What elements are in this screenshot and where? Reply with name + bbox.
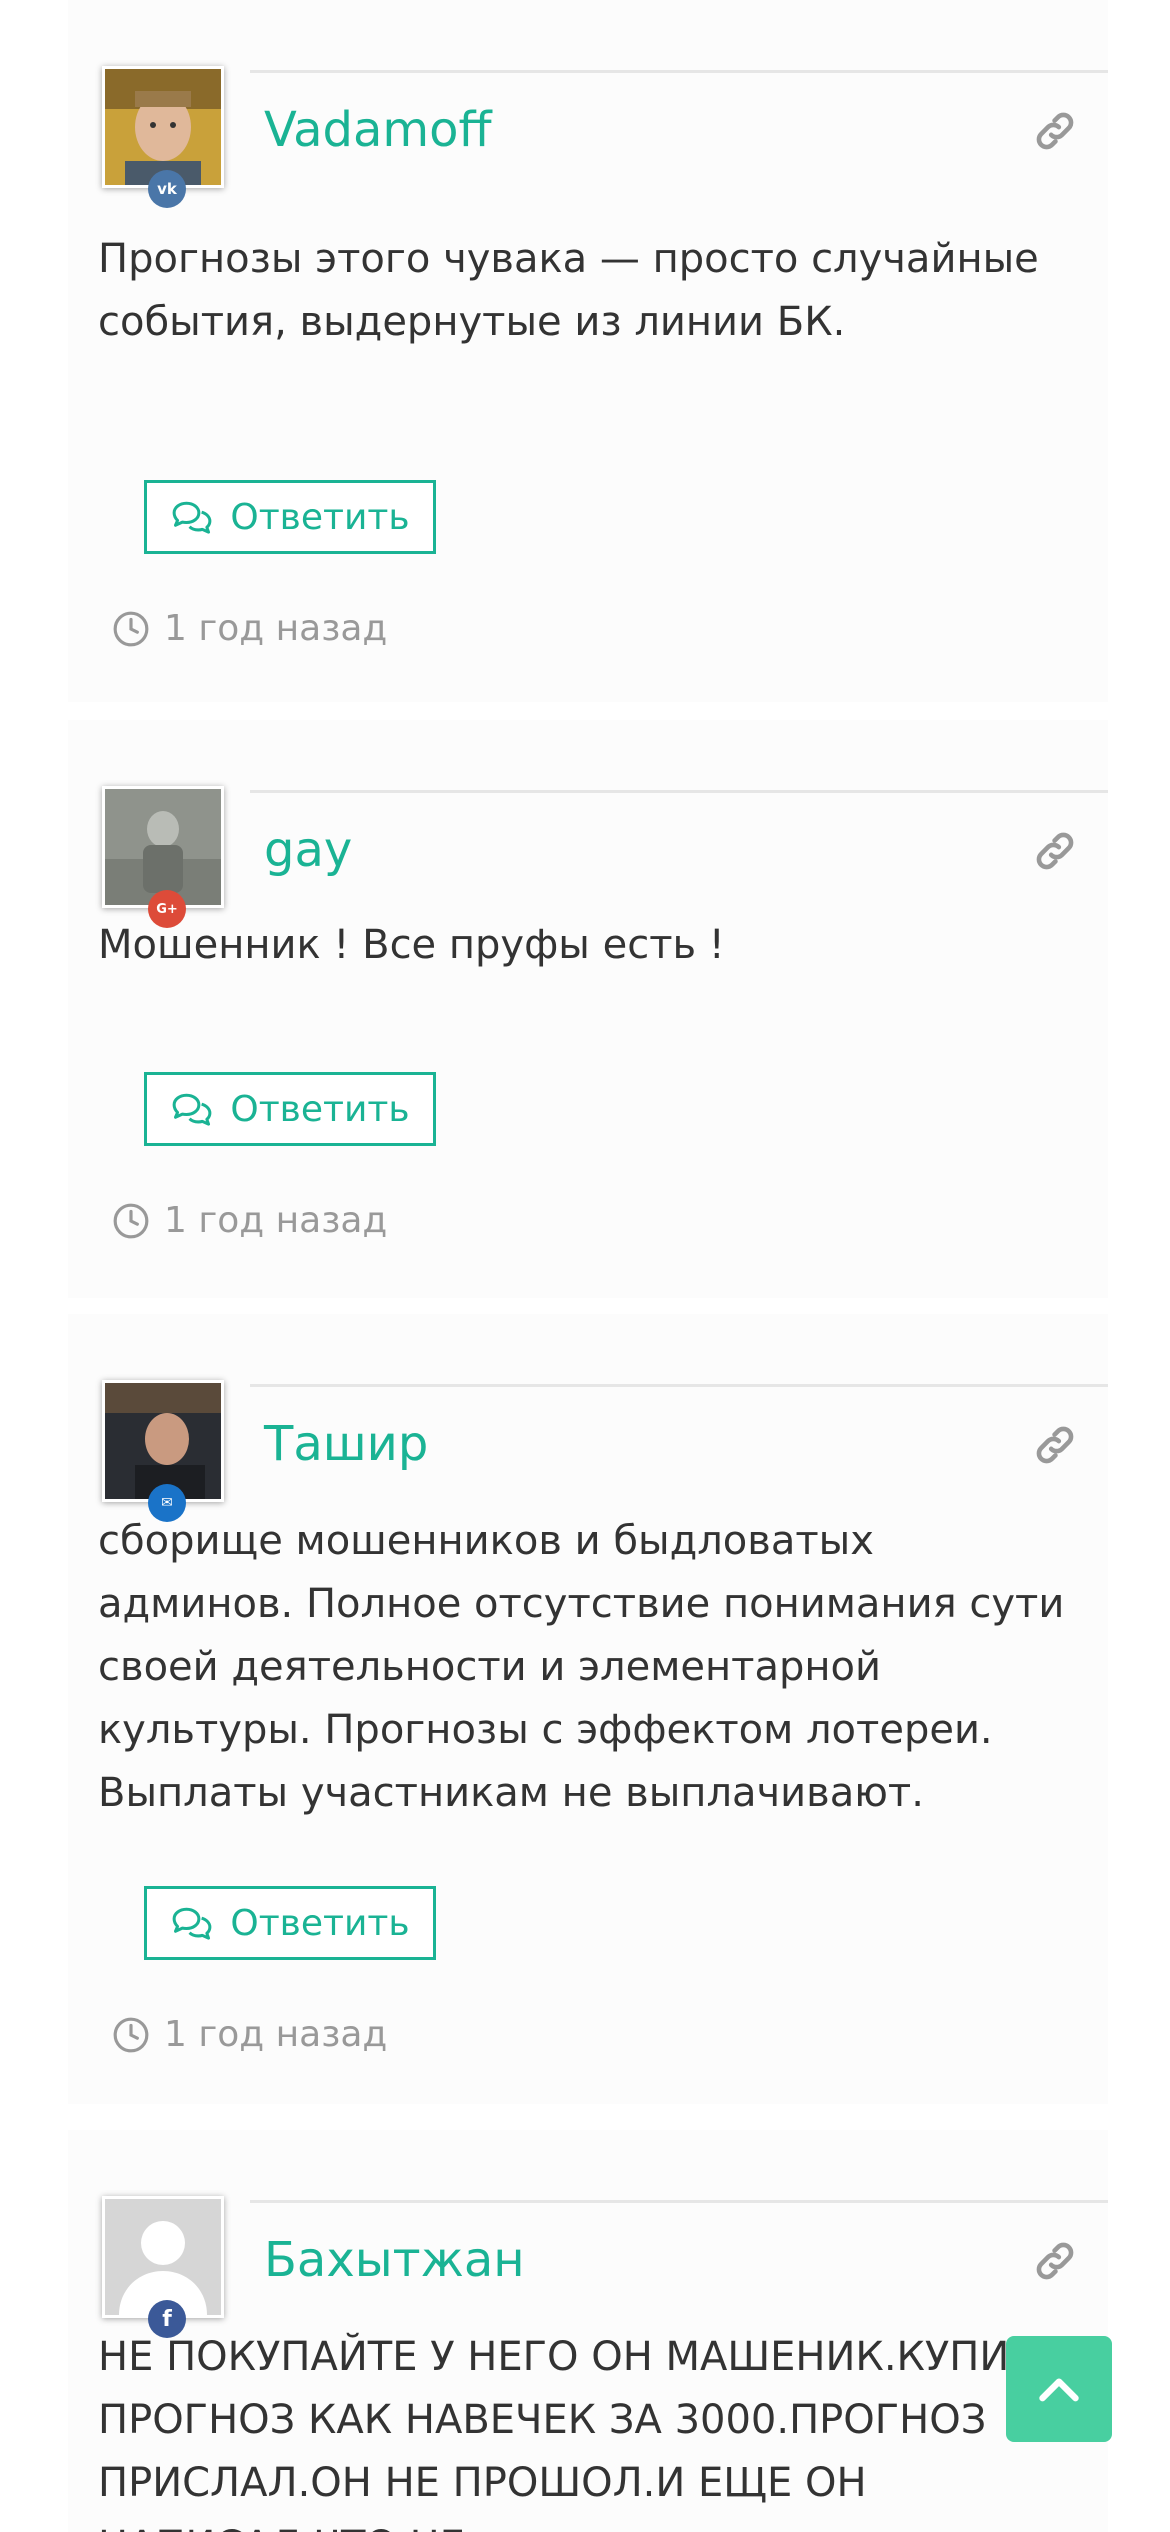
comments-icon — [172, 1907, 212, 1940]
comment-item: G+ gay Мошенник ! Все пруфы есть ! Ответ… — [68, 720, 1108, 1298]
avatar[interactable]: ✉ — [102, 1380, 224, 1522]
link-icon[interactable] — [1032, 1422, 1078, 1468]
comment-item: ✉ Ташир сборище мошенников и быдловатых … — [68, 1314, 1108, 2104]
comment-header-divider — [250, 1384, 1108, 1387]
comment-time: 1 год назад — [112, 2014, 387, 2055]
time-label: 1 год назад — [164, 1200, 388, 1241]
avatar[interactable]: f — [102, 2196, 224, 2338]
reply-label: Ответить — [230, 1902, 410, 1944]
clock-icon — [113, 2017, 149, 2052]
reply-button[interactable]: Ответить — [144, 1886, 436, 1960]
comment-item: vk Vadamoff Прогнозы этого чувака — прос… — [68, 0, 1108, 702]
comment-author[interactable]: gay — [264, 818, 352, 882]
scroll-to-top-button[interactable] — [1006, 2336, 1112, 2442]
link-icon[interactable] — [1032, 108, 1078, 154]
comments-page: vk Vadamoff Прогнозы этого чувака — прос… — [0, 0, 1170, 2532]
comment-author[interactable]: Бахытжан — [264, 2228, 525, 2292]
comment-text: сборище мошенников и быдловатых админов.… — [98, 1518, 1065, 1816]
comment-text: Мошенник ! Все пруфы есть ! — [98, 922, 725, 968]
avatar-photo — [105, 69, 221, 185]
avatar-photo — [105, 1383, 221, 1499]
reply-button[interactable]: Ответить — [144, 480, 436, 554]
comment-author[interactable]: Vadamoff — [264, 98, 492, 162]
comment-time: 1 год назад — [112, 1200, 387, 1241]
comment-item: f Бахытжан НЕ ПОКУПАЙТЕ У НЕГО ОН МАШЕНИ… — [68, 2130, 1108, 2532]
avatar[interactable]: vk — [102, 66, 224, 208]
chevron-up-icon — [1039, 2378, 1079, 2402]
comment-text: НЕ ПОКУПАЙТЕ У НЕГО ОН МАШЕНИК.КУПИЛ ПРО… — [98, 2334, 1040, 2532]
link-icon[interactable] — [1032, 828, 1078, 874]
comment-header-divider — [250, 2200, 1108, 2203]
comment-time: 1 год назад — [112, 608, 387, 649]
avatar[interactable]: G+ — [102, 786, 224, 928]
default-avatar-icon — [105, 2199, 221, 2315]
vk-icon: vk — [148, 170, 186, 208]
clock-icon — [113, 611, 149, 646]
comment-header-divider — [250, 790, 1108, 793]
comments-icon — [172, 501, 212, 534]
comment-text: Прогнозы этого чувака — просто случайные… — [98, 236, 1039, 345]
reply-label: Ответить — [230, 1088, 410, 1130]
avatar-photo — [105, 789, 221, 905]
clock-icon — [113, 1203, 149, 1238]
reply-button[interactable]: Ответить — [144, 1072, 436, 1146]
comment-header-divider — [250, 70, 1108, 73]
link-icon[interactable] — [1032, 2238, 1078, 2284]
time-label: 1 год назад — [164, 2014, 388, 2055]
comment-author[interactable]: Ташир — [264, 1412, 428, 1476]
time-label: 1 год назад — [164, 608, 388, 649]
comments-icon — [172, 1093, 212, 1126]
reply-label: Ответить — [230, 496, 410, 538]
